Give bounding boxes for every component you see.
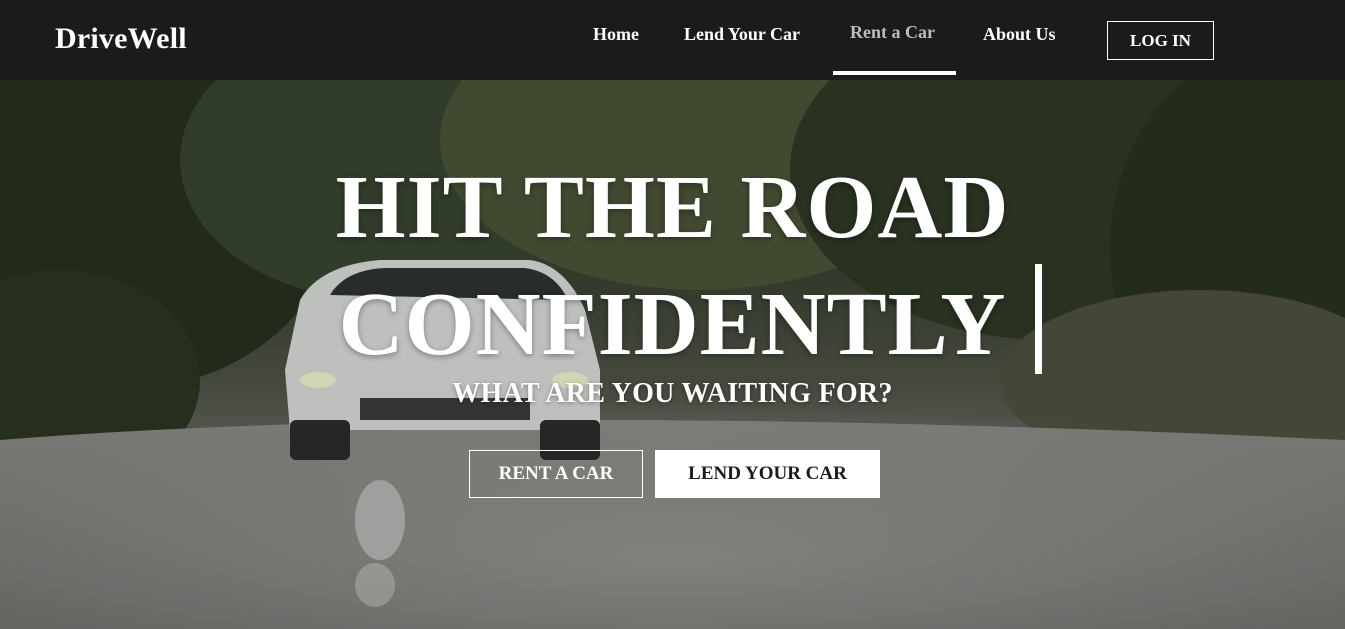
active-nav-indicator [833, 71, 956, 75]
nav-link-rent-a-car[interactable]: Rent a Car [850, 22, 935, 43]
rent-a-car-button[interactable]: RENT A CAR [469, 450, 643, 498]
hero-subheadline: WHAT ARE YOU WAITING FOR? [452, 378, 893, 409]
nav-link-home[interactable]: Home [593, 24, 639, 45]
typing-cursor [1035, 264, 1042, 374]
hero-headline-line-1: HIT THE ROAD [335, 158, 1010, 257]
login-button[interactable]: LOG IN [1107, 21, 1214, 60]
navbar: DriveWell Home Lend Your Car Rent a Car … [0, 0, 1345, 80]
hero-headline-line-2: CONFIDENTLY [338, 275, 1007, 374]
nav-link-lend-your-car[interactable]: Lend Your Car [684, 24, 800, 45]
lend-your-car-button[interactable]: LEND YOUR CAR [655, 450, 880, 498]
hero-section: HIT THE ROAD CONFIDENTLY WHAT ARE YOU WA… [0, 80, 1345, 629]
nav-link-about-us[interactable]: About Us [983, 24, 1056, 45]
brand-logo[interactable]: DriveWell [55, 22, 187, 56]
